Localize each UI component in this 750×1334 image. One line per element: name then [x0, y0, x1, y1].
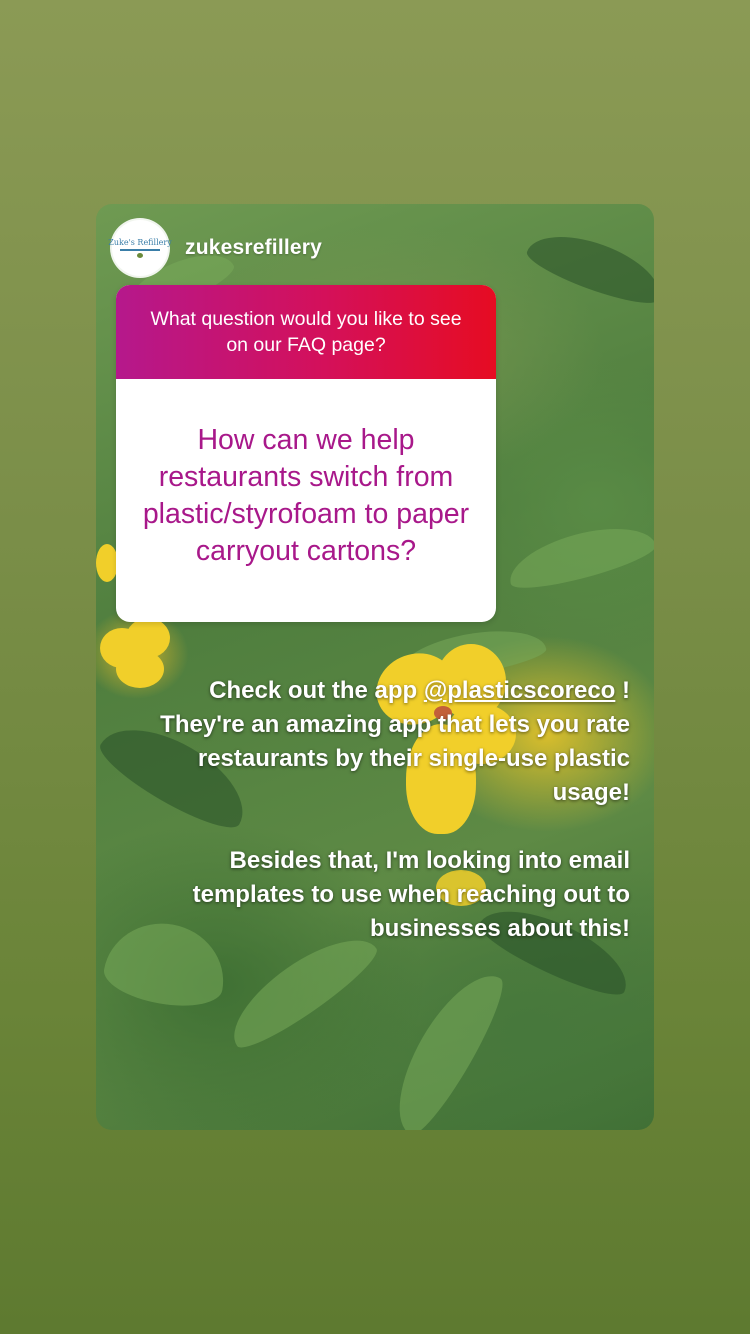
question-answer: How can we help restaurants switch from …: [142, 423, 470, 567]
caption-text: Check out the app: [209, 677, 424, 704]
avatar-logo-line: [120, 249, 160, 251]
caption-paragraph-2: Besides that, I'm looking into email tem…: [192, 847, 630, 942]
username[interactable]: zukesrefillery: [185, 236, 322, 260]
avatar-logo-text: Zuke's Refillery: [108, 238, 172, 247]
foliage-leaf: [502, 515, 654, 597]
question-sticker-header: What question would you like to see on o…: [116, 285, 496, 379]
foliage-leaf: [377, 959, 515, 1130]
mention-link[interactable]: @plasticscoreco: [424, 677, 615, 704]
avatar-logo-icon: [137, 253, 143, 258]
avatar[interactable]: Zuke's Refillery: [108, 220, 172, 276]
story-card[interactable]: Zuke's Refillery zukesrefillery What que…: [96, 204, 654, 1130]
story-header: Zuke's Refillery zukesrefillery: [108, 220, 322, 276]
question-sticker-body: How can we help restaurants switch from …: [116, 379, 496, 622]
question-sticker: What question would you like to see on o…: [116, 285, 496, 622]
caption-paragraph-1: Check out the app @plasticscoreco ! They…: [130, 674, 630, 810]
question-prompt: What question would you like to see on o…: [150, 308, 462, 356]
foliage-leaf: [522, 221, 654, 313]
